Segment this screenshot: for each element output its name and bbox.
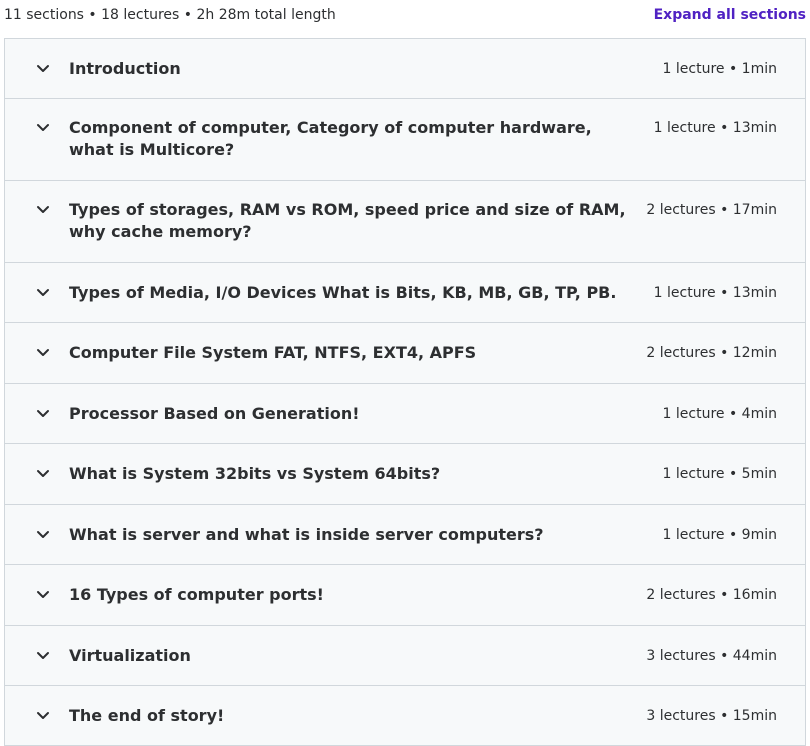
section-end-of-story[interactable]: The end of story! 3 lectures • 15min xyxy=(5,686,805,746)
course-stats: 11 sections • 18 lectures • 2h 28m total… xyxy=(4,7,336,23)
section-title: Introduction xyxy=(69,59,181,78)
section-title: Virtualization xyxy=(69,646,191,665)
chevron-down-icon xyxy=(5,705,69,727)
section-meta: 2 lectures • 17min xyxy=(646,202,777,218)
section-meta: 1 lecture • 13min xyxy=(653,285,777,301)
section-title: Types of storages, RAM vs ROM, speed pri… xyxy=(69,200,626,241)
chevron-down-icon xyxy=(5,117,69,139)
section-meta: 1 lecture • 9min xyxy=(662,527,777,543)
section-32bits-vs-64bits[interactable]: What is System 32bits vs System 64bits? … xyxy=(5,444,805,505)
section-meta: 3 lectures • 44min xyxy=(646,648,777,664)
section-meta: 1 lecture • 1min xyxy=(662,61,777,77)
curriculum-list: Introduction 1 lecture • 1min Component … xyxy=(4,38,806,746)
chevron-down-icon xyxy=(5,199,69,221)
chevron-down-icon xyxy=(5,282,69,304)
section-title: What is System 32bits vs System 64bits? xyxy=(69,464,441,483)
section-title: Processor Based on Generation! xyxy=(69,404,360,423)
section-computer-ports[interactable]: 16 Types of computer ports! 2 lectures •… xyxy=(5,565,805,626)
section-title: Computer File System FAT, NTFS, EXT4, AP… xyxy=(69,343,477,362)
section-title: Component of computer, Category of compu… xyxy=(69,118,592,159)
curriculum-summary-bar: 11 sections • 18 lectures • 2h 28m total… xyxy=(0,0,810,31)
section-virtualization[interactable]: Virtualization 3 lectures • 44min xyxy=(5,626,805,686)
section-meta: 2 lectures • 16min xyxy=(646,587,777,603)
chevron-down-icon xyxy=(5,584,69,606)
chevron-down-icon xyxy=(5,342,69,364)
chevron-down-icon xyxy=(5,645,69,667)
section-title: Types of Media, I/O Devices What is Bits… xyxy=(69,283,617,302)
section-server-computers[interactable]: What is server and what is inside server… xyxy=(5,505,805,565)
section-meta: 3 lectures • 15min xyxy=(646,708,777,724)
section-meta: 2 lectures • 12min xyxy=(646,345,777,361)
section-file-system[interactable]: Computer File System FAT, NTFS, EXT4, AP… xyxy=(5,323,805,384)
section-meta: 1 lecture • 4min xyxy=(662,406,777,422)
section-types-of-media[interactable]: Types of Media, I/O Devices What is Bits… xyxy=(5,263,805,323)
chevron-down-icon xyxy=(5,463,69,485)
section-title: What is server and what is inside server… xyxy=(69,525,544,544)
section-title: The end of story! xyxy=(69,706,225,725)
section-meta: 1 lecture • 5min xyxy=(662,466,777,482)
section-introduction[interactable]: Introduction 1 lecture • 1min xyxy=(5,39,805,99)
section-types-of-storages[interactable]: Types of storages, RAM vs ROM, speed pri… xyxy=(5,181,805,263)
section-meta: 1 lecture • 13min xyxy=(653,120,777,136)
section-component-of-computer[interactable]: Component of computer, Category of compu… xyxy=(5,99,805,181)
section-processor-generation[interactable]: Processor Based on Generation! 1 lecture… xyxy=(5,384,805,444)
chevron-down-icon xyxy=(5,524,69,546)
chevron-down-icon xyxy=(5,403,69,425)
expand-all-sections-button[interactable]: Expand all sections xyxy=(654,6,806,24)
chevron-down-icon xyxy=(5,58,69,80)
section-title: 16 Types of computer ports! xyxy=(69,585,324,604)
